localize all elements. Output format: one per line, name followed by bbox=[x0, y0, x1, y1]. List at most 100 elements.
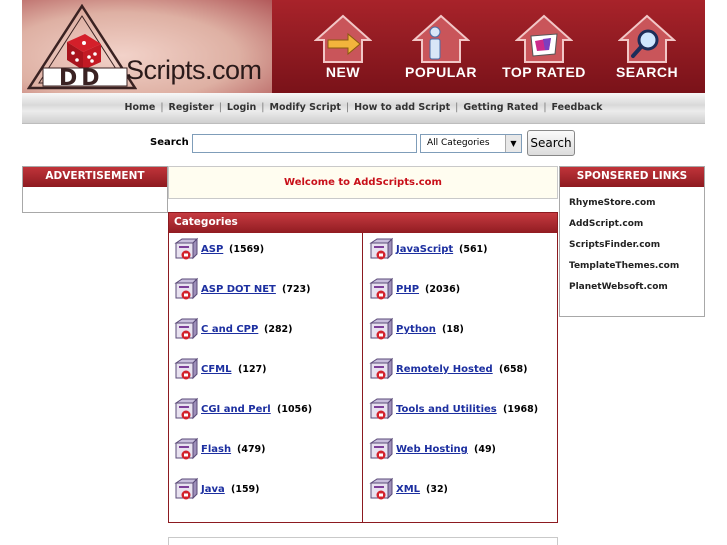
house-icon bbox=[314, 14, 372, 63]
page: DD Scripts.com NEW POPULAR TOP RATED SEA… bbox=[0, 0, 727, 545]
script-box-icon bbox=[369, 477, 393, 500]
category-link[interactable]: Remotely Hosted bbox=[396, 364, 493, 375]
category-link[interactable]: Python bbox=[396, 324, 436, 335]
script-box-icon bbox=[174, 437, 198, 460]
category-count: (723) bbox=[282, 284, 311, 295]
category-link[interactable]: Java bbox=[201, 484, 225, 495]
category-link[interactable]: CGI and Perl bbox=[201, 404, 271, 415]
script-box-icon bbox=[369, 277, 393, 300]
nav-popular[interactable]: POPULAR bbox=[398, 14, 484, 84]
menu-home[interactable]: Home bbox=[125, 102, 156, 113]
category-count: (49) bbox=[474, 444, 496, 455]
dropdown-arrow-icon[interactable]: ▼ bbox=[505, 135, 521, 152]
menu-bar: Home | Register | Login | Modify Script | How to… bbox=[22, 93, 705, 124]
categories-panel: Categories ASP (1569) ASP DOT NET (723) C an… bbox=[168, 212, 558, 523]
welcome-banner: Welcome to AddScripts.com bbox=[168, 166, 558, 199]
logo-triangle-icon: DD bbox=[27, 4, 137, 90]
search-label: Search : bbox=[150, 137, 197, 148]
script-box-icon bbox=[174, 477, 198, 500]
categories-right-column: JavaScript (561) PHP (2036) Python (18) Remote… bbox=[364, 233, 558, 522]
logo-letters: DD bbox=[59, 66, 104, 90]
category-count: (1056) bbox=[277, 404, 313, 415]
advertisement-title: ADVERTISEMENT bbox=[23, 167, 167, 187]
category-link[interactable]: Web Hosting bbox=[396, 444, 468, 455]
category-link[interactable]: ASP bbox=[201, 244, 223, 255]
script-box-icon bbox=[369, 437, 393, 460]
advertisement-box: ADVERTISEMENT bbox=[22, 166, 168, 213]
categories-grid: ASP (1569) ASP DOT NET (723) C and CPP (282) C… bbox=[169, 233, 557, 522]
menu-separator: | bbox=[261, 102, 265, 113]
menu-separator: | bbox=[455, 102, 459, 113]
script-box-icon bbox=[174, 317, 198, 340]
category-link[interactable]: ASP DOT NET bbox=[201, 284, 276, 295]
category-count: (561) bbox=[459, 244, 488, 255]
house-icon bbox=[515, 14, 573, 63]
menu-separator: | bbox=[345, 102, 350, 113]
category-count: (127) bbox=[238, 364, 267, 375]
menu-feedback[interactable]: Feedback bbox=[552, 102, 603, 113]
category-link[interactable]: CFML bbox=[201, 364, 232, 375]
category-count: (32) bbox=[426, 484, 448, 495]
script-box-icon bbox=[369, 237, 393, 260]
sponsored-links-box: SPONSERED LINKS RhymeStore.com AddScript… bbox=[559, 166, 705, 317]
script-box-icon bbox=[369, 317, 393, 340]
category-count: (658) bbox=[499, 364, 528, 375]
dice-icon bbox=[67, 34, 101, 70]
logo-text: Scripts.com bbox=[126, 55, 262, 85]
category-link[interactable]: PHP bbox=[396, 284, 419, 295]
menu-getting-rated[interactable]: Getting Rated bbox=[463, 102, 538, 113]
sponsored-link[interactable]: TemplateThemes.com bbox=[569, 261, 704, 271]
menu-separator: | bbox=[543, 102, 547, 113]
category-count: (18) bbox=[442, 324, 464, 335]
categories-title: Categories bbox=[169, 213, 557, 233]
search-button[interactable]: Search bbox=[527, 130, 575, 156]
menu-register[interactable]: Register bbox=[169, 102, 214, 113]
content-box-edge bbox=[168, 537, 558, 545]
nav-search-label: SEARCH bbox=[615, 64, 679, 80]
sponsored-link[interactable]: ScriptsFinder.com bbox=[569, 240, 704, 250]
info-icon bbox=[429, 26, 441, 60]
logo[interactable]: DD Scripts.com bbox=[22, 0, 272, 93]
category-link[interactable]: Tools and Utilities bbox=[396, 404, 497, 415]
category-count: (1968) bbox=[503, 404, 539, 415]
menu-separator: | bbox=[218, 102, 222, 113]
categories-left-column: ASP (1569) ASP DOT NET (723) C and CPP (282) C… bbox=[169, 233, 363, 522]
category-count: (2036) bbox=[425, 284, 461, 295]
nav-new-label: NEW bbox=[325, 64, 361, 80]
category-count: (159) bbox=[231, 484, 260, 495]
category-count: (479) bbox=[237, 444, 266, 455]
menu-how-to-add-script[interactable]: How to add Script bbox=[354, 102, 450, 113]
nav-top-rated-label: TOP RATED bbox=[502, 64, 586, 80]
sponsored-link[interactable]: RhymeStore.com bbox=[569, 198, 704, 208]
category-link[interactable]: Flash bbox=[201, 444, 231, 455]
sponsored-links-title: SPONSERED LINKS bbox=[560, 167, 704, 187]
category-link[interactable]: JavaScript bbox=[396, 244, 453, 255]
house-icon bbox=[618, 14, 676, 63]
sponsored-link[interactable]: AddScript.com bbox=[569, 219, 704, 229]
category-select-value: All Categories bbox=[427, 138, 490, 148]
category-select[interactable]: All Categories ▼ bbox=[420, 134, 522, 153]
sponsored-links-list: RhymeStore.com AddScript.com ScriptsFind… bbox=[560, 187, 704, 292]
nav-search[interactable]: SEARCH bbox=[604, 14, 690, 84]
search-input[interactable] bbox=[192, 134, 417, 153]
rating-bar-icon bbox=[530, 33, 558, 57]
nav-top-rated[interactable]: TOP RATED bbox=[501, 14, 587, 84]
menu-separator: | bbox=[160, 102, 164, 113]
menu-login[interactable]: Login bbox=[227, 102, 256, 113]
script-box-icon bbox=[369, 357, 393, 380]
category-link[interactable]: C and CPP bbox=[201, 324, 258, 335]
category-link[interactable]: XML bbox=[396, 484, 420, 495]
script-box-icon bbox=[174, 237, 198, 260]
category-count: (1569) bbox=[229, 244, 265, 255]
category-count: (282) bbox=[264, 324, 293, 335]
script-box-icon bbox=[369, 397, 393, 420]
sponsored-link[interactable]: PlanetWebsoft.com bbox=[569, 282, 704, 292]
menu-modify-script[interactable]: Modify Script bbox=[270, 102, 341, 113]
house-icon bbox=[412, 14, 470, 63]
site-header: DD Scripts.com NEW POPULAR TOP RATED SEA… bbox=[22, 0, 705, 93]
script-box-icon bbox=[174, 397, 198, 420]
nav-popular-label: POPULAR bbox=[405, 64, 477, 80]
script-box-icon bbox=[174, 277, 198, 300]
nav-new[interactable]: NEW bbox=[300, 14, 386, 84]
script-box-icon bbox=[174, 357, 198, 380]
